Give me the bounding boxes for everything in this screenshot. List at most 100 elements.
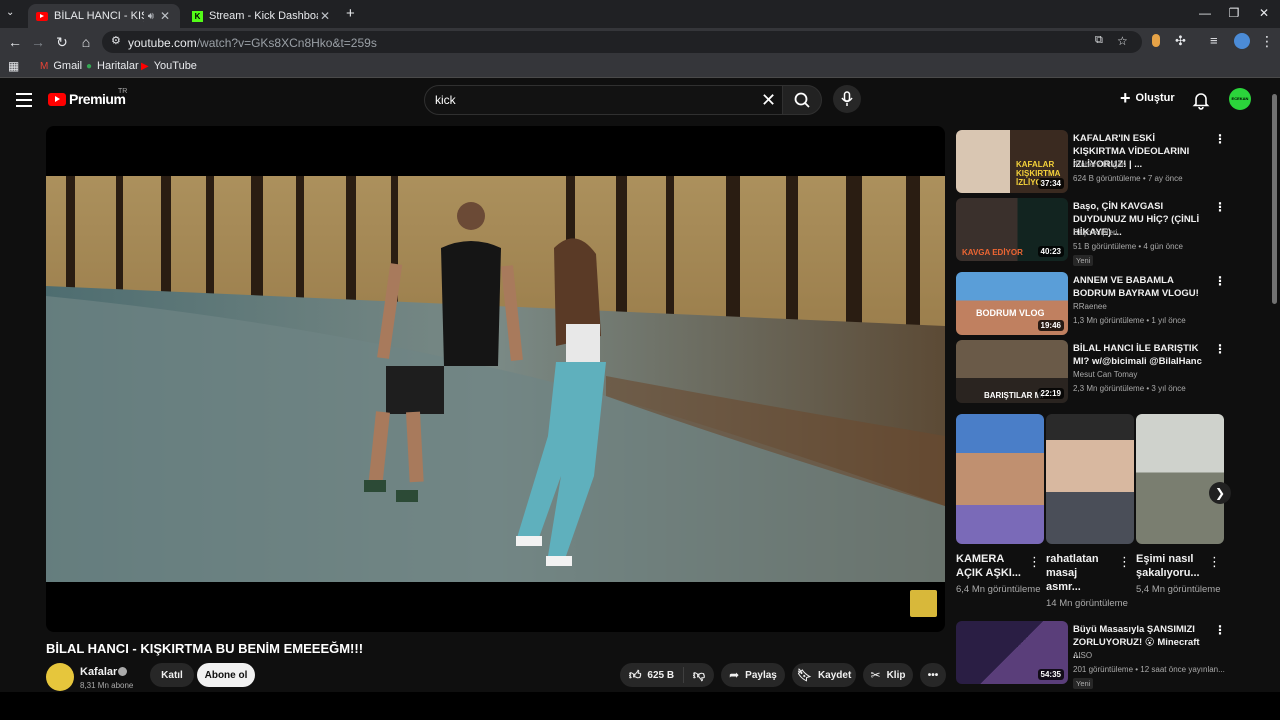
short-thumbnail[interactable]: [956, 414, 1044, 544]
channel-name[interactable]: Ataberk Doğan: [1073, 160, 1126, 169]
more-options-icon[interactable]: [1214, 625, 1222, 635]
like-button[interactable]: 👍︎ 625 B: [620, 667, 684, 683]
forward-icon[interactable]: →: [29, 34, 47, 50]
video-meta: 201 görüntüleme • 12 saat önce yayınlan.…: [1073, 665, 1225, 674]
close-icon[interactable]: ✕: [158, 9, 172, 23]
short-title[interactable]: Eşimi nasıl şakalıyoru...: [1136, 552, 1202, 580]
tab-youtube-video[interactable]: BİLAL HANCI - KIŞKIRTMA B 🔊︎ ✕: [28, 4, 180, 28]
recommended-video[interactable]: KAVGA EDİYOR 40:23 Başo, ÇİN KAVGASI DUY…: [956, 198, 1228, 266]
short-thumbnail[interactable]: [1136, 414, 1224, 544]
more-options-icon[interactable]: [1214, 134, 1222, 144]
media-control-icon[interactable]: ≡: [1210, 33, 1218, 48]
chevron-right-icon[interactable]: ❯: [1209, 482, 1231, 504]
more-options-icon[interactable]: [1214, 344, 1222, 354]
bookmark-star-icon[interactable]: ☆: [1117, 34, 1128, 48]
recommended-video[interactable]: BODRUM VLOG 19:46 ANNEM VE BABAMLA BODRU…: [956, 272, 1228, 336]
thumbnail-caption: BODRUM VLOG: [976, 308, 1045, 318]
url-path: /watch?v=GKs8XCn8Hko&t=259s: [196, 36, 377, 50]
voice-search-button[interactable]: [833, 85, 861, 113]
video-player[interactable]: [46, 126, 945, 632]
youtube-premium-logo[interactable]: Premium TR: [48, 88, 127, 107]
video-meta: 624 B görüntüleme • 7 ay önce: [1073, 174, 1183, 183]
account-avatar[interactable]: ECEKAN: [1229, 88, 1251, 110]
short-item[interactable]: Eşimi nasıl şakalıyoru... 5,4 Mn görüntü…: [1136, 414, 1224, 596]
clear-search-icon[interactable]: ✕: [761, 90, 776, 110]
recommended-video[interactable]: KAFALAR KIŞKIRTMA İZLİYO 37:34 KAFALAR'I…: [956, 130, 1228, 194]
notifications-bell-icon[interactable]: [1192, 90, 1210, 110]
recommended-video[interactable]: 54:35 Büyü Masasıyla ŞANSIMIZI ZORLUYORU…: [956, 621, 1228, 689]
window-close-icon[interactable]: ✕: [1249, 6, 1279, 20]
channel-name[interactable]: Başo Klipleri: [1073, 228, 1117, 237]
short-item[interactable]: rahatlatan masaj asmr... 14 Mn görüntüle…: [1046, 414, 1134, 610]
gmail-icon: M: [40, 60, 49, 72]
plus-icon: +: [1120, 88, 1131, 108]
page-scrollbar[interactable]: [1270, 80, 1280, 692]
recommended-video[interactable]: BARIŞTILAR MI 22:19 BİLAL HANCI İLE BARI…: [956, 340, 1228, 404]
share-button[interactable]: ➦ Paylaş: [721, 663, 785, 687]
more-options-icon[interactable]: [1028, 554, 1041, 570]
more-horizontal-icon: •••: [927, 669, 939, 681]
save-label: Kaydet: [817, 669, 852, 681]
subscribe-button[interactable]: Abone ol: [197, 663, 255, 687]
short-thumbnail[interactable]: [1046, 414, 1134, 544]
video-thumbnail[interactable]: KAVGA EDİYOR 40:23: [956, 198, 1068, 261]
more-options-icon[interactable]: [1214, 202, 1222, 212]
profile-avatar[interactable]: [1234, 33, 1250, 49]
video-title[interactable]: BİLAL HANCI İLE BARIŞTIK MI? w/@bicimali…: [1073, 342, 1209, 368]
extensions-puzzle-icon[interactable]: ✣: [1175, 33, 1186, 49]
channel-avatar[interactable]: [46, 663, 74, 691]
back-icon[interactable]: ←: [6, 34, 24, 50]
video-thumbnail[interactable]: BARIŞTILAR MI 22:19: [956, 340, 1068, 403]
bookmark-gmail[interactable]: M Gmail: [40, 60, 82, 72]
minimize-icon[interactable]: —: [1190, 6, 1220, 20]
video-duration: 54:35: [1037, 669, 1064, 680]
new-tab-icon[interactable]: +: [346, 5, 355, 22]
site-info-icon[interactable]: ⚙︎: [111, 34, 121, 47]
bookmark-maps[interactable]: ● Haritalar: [86, 60, 139, 72]
join-button[interactable]: Katıl: [150, 663, 194, 687]
dislike-button[interactable]: 👎︎: [684, 668, 714, 683]
address-bar[interactable]: ⚙︎ youtube.com/watch?v=GKs8XCn8Hko&t=259…: [102, 31, 1142, 53]
video-meta: 1,3 Mn görüntüleme • 1 yıl önce: [1073, 316, 1186, 325]
reload-icon[interactable]: ↻: [53, 34, 71, 51]
search-button[interactable]: [782, 85, 822, 115]
video-frame[interactable]: [46, 176, 945, 582]
channel-name[interactable]: Mesut Can Tomay: [1073, 370, 1137, 379]
more-options-icon[interactable]: [1118, 554, 1131, 570]
channel-watermark[interactable]: [910, 590, 937, 617]
install-app-icon[interactable]: ⧉: [1095, 34, 1103, 47]
clip-button[interactable]: ✂ Klip: [863, 663, 913, 687]
video-thumbnail[interactable]: BODRUM VLOG 19:46: [956, 272, 1068, 335]
channel-name[interactable]: Kafalar: [80, 666, 117, 678]
channel-name[interactable]: RRaenee: [1073, 302, 1107, 311]
restore-icon[interactable]: ❐: [1219, 6, 1249, 20]
browser-menu-icon[interactable]: ⋮: [1260, 33, 1274, 50]
home-icon[interactable]: ⌂: [77, 34, 95, 50]
search-input[interactable]: [435, 93, 735, 107]
short-title[interactable]: rahatlatan masaj asmr...: [1046, 552, 1112, 594]
short-title[interactable]: KAMERA AÇIK AŞKI...: [956, 552, 1022, 580]
verified-badge-icon: [118, 667, 127, 676]
create-button[interactable]: + Oluştur: [1120, 88, 1175, 108]
video-title[interactable]: ANNEM VE BABAMLA BODRUM BAYRAM VLOGU!: [1073, 274, 1209, 300]
extension-icon[interactable]: [1152, 34, 1160, 47]
scrollbar-thumb[interactable]: [1272, 94, 1277, 304]
bookmark-youtube[interactable]: ▶ YouTube: [141, 60, 197, 72]
video-thumbnail[interactable]: KAFALAR KIŞKIRTMA İZLİYO 37:34: [956, 130, 1068, 193]
save-button[interactable]: 🔖︎ Kaydet: [792, 663, 856, 687]
video-title[interactable]: Büyü Masasıyla ŞANSIMIZI ZORLUYORUZ! 😮 M…: [1073, 623, 1209, 662]
close-icon[interactable]: ✕: [318, 9, 332, 23]
more-options-icon[interactable]: [1208, 554, 1221, 570]
video-thumbnail[interactable]: 54:35: [956, 621, 1068, 684]
search-box[interactable]: ✕: [424, 85, 788, 115]
speaker-icon[interactable]: 🔊︎: [148, 11, 154, 22]
more-actions-button[interactable]: •••: [920, 663, 946, 687]
tab-kick-dashboard[interactable]: K Stream - Kick Dashboard ✕: [184, 4, 340, 28]
hamburger-menu-icon[interactable]: [16, 93, 32, 107]
short-item[interactable]: KAMERA AÇIK AŞKI... 6,4 Mn görüntüleme: [956, 414, 1044, 596]
channel-name[interactable]: AISO: [1073, 651, 1092, 660]
apps-grid-icon[interactable]: ▦: [8, 59, 19, 73]
more-options-icon[interactable]: [1214, 276, 1222, 286]
scissors-icon: ✂: [870, 668, 881, 682]
tab-search-icon[interactable]: ⌄: [6, 7, 14, 18]
